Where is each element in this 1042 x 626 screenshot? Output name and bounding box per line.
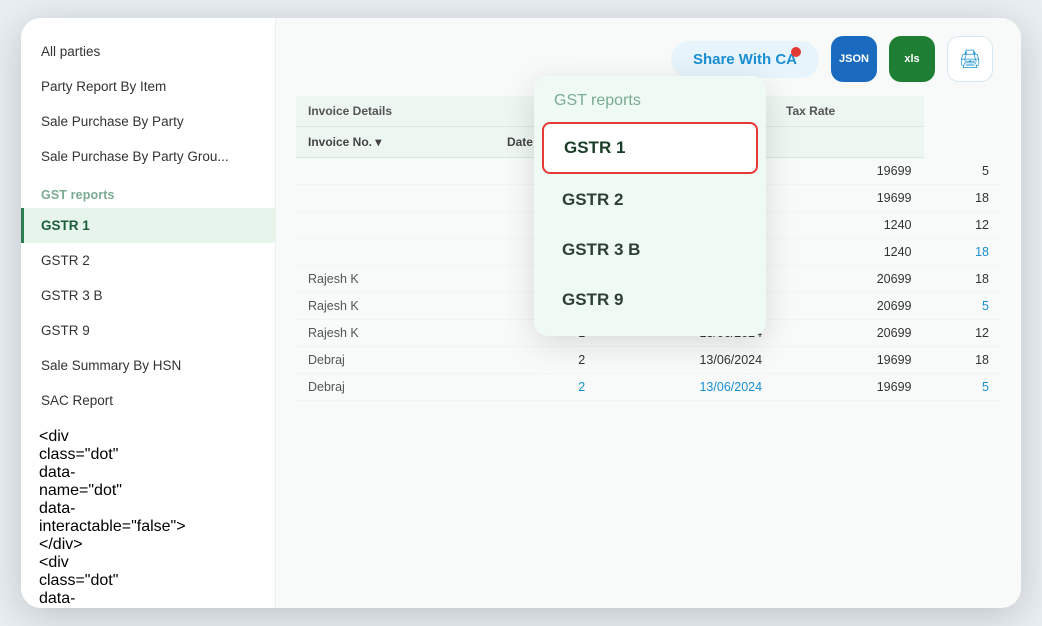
printer-icon: 🖨	[959, 49, 982, 70]
json-label: JSON	[839, 53, 869, 65]
gst-reports-section-label: GST reports	[21, 174, 275, 208]
cell-tax-rate: 18	[924, 185, 1002, 212]
cell-party-name: Rajesh K	[296, 320, 495, 347]
cell-date: 13/06/2024	[597, 374, 774, 401]
cell-value: 19699	[774, 374, 923, 401]
cell-value: 19699	[774, 347, 923, 374]
cell-invoice-no: 2	[495, 347, 597, 374]
cell-invoice-no: 2	[495, 374, 597, 401]
col-tax-rate	[774, 127, 923, 158]
cell-party-name: Rajesh K	[296, 293, 495, 320]
cell-tax-rate: 5	[924, 158, 1002, 185]
cell-party-name: Debraj	[296, 374, 495, 401]
cell-party-name: Rajesh K	[296, 266, 495, 293]
sidebar: All parties Party Report By Item Sale Pu…	[21, 18, 276, 608]
col-invoice-no[interactable]: Invoice No. ▾	[296, 127, 495, 158]
cell-party-name	[296, 239, 495, 266]
main-content: Share With CA JSON xls 🖨 Invoice Details…	[276, 18, 1021, 608]
dropdown-title: GST reports	[534, 92, 766, 120]
dropdown-item-gstr1[interactable]: GSTR 1	[542, 122, 758, 174]
dropdown-item-gstr9[interactable]: GSTR 9	[542, 276, 758, 324]
xls-export-button[interactable]: xls	[889, 36, 935, 82]
decorative-dots: <div class="dot" data-name="dot" data-in…	[21, 418, 275, 608]
cell-tax-rate: 18	[924, 239, 1002, 266]
cell-tax-rate: 5	[924, 374, 1002, 401]
sidebar-item-gstr9[interactable]: GSTR 9	[21, 313, 275, 348]
cell-tax-rate: 18	[924, 266, 1002, 293]
cell-value: 1240	[774, 239, 923, 266]
share-with-ca-button[interactable]: Share With CA	[671, 41, 819, 78]
cell-date: 13/06/2024	[597, 347, 774, 374]
xls-label: xls	[904, 53, 919, 65]
json-export-button[interactable]: JSON	[831, 36, 877, 82]
sidebar-item-sale-summary-hsn[interactable]: Sale Summary By HSN	[21, 348, 275, 383]
dropdown-item-gstr3b[interactable]: GSTR 3 B	[542, 226, 758, 274]
sidebar-item-all-parties[interactable]: All parties	[21, 34, 275, 69]
cell-tax-rate: 12	[924, 320, 1002, 347]
gst-reports-dropdown: GST reports GSTR 1 GSTR 2 GSTR 3 B GSTR …	[534, 76, 766, 336]
sidebar-item-sale-purchase-by-party-group[interactable]: Sale Purchase By Party Grou...	[21, 139, 275, 174]
cell-tax-rate: 18	[924, 347, 1002, 374]
cell-tax-rate: 5	[924, 293, 1002, 320]
sidebar-item-party-report-by-item[interactable]: Party Report By Item	[21, 69, 275, 104]
cell-value: 1240	[774, 212, 923, 239]
share-with-ca-label: Share With CA	[693, 51, 797, 68]
cell-value: 19699	[774, 158, 923, 185]
sidebar-item-gstr1[interactable]: GSTR 1	[21, 208, 275, 243]
app-container: All parties Party Report By Item Sale Pu…	[21, 18, 1021, 608]
sidebar-item-gstr3b[interactable]: GSTR 3 B	[21, 278, 275, 313]
dropdown-item-gstr2[interactable]: GSTR 2	[542, 176, 758, 224]
cell-party-name: Debraj	[296, 347, 495, 374]
tax-rate-header: Tax Rate	[774, 96, 923, 127]
table-row: Debraj213/06/2024196995	[296, 374, 1001, 401]
sidebar-item-gstr2[interactable]: GSTR 2	[21, 243, 275, 278]
cell-party-name	[296, 212, 495, 239]
cell-party-name	[296, 158, 495, 185]
notification-dot	[791, 47, 801, 57]
cell-value: 20699	[774, 266, 923, 293]
cell-tax-rate: 12	[924, 212, 1002, 239]
print-button[interactable]: 🖨	[947, 36, 993, 82]
cell-value: 20699	[774, 293, 923, 320]
cell-value: 20699	[774, 320, 923, 347]
table-row: Debraj213/06/20241969918	[296, 347, 1001, 374]
cell-value: 19699	[774, 185, 923, 212]
cell-party-name	[296, 185, 495, 212]
sidebar-item-sale-purchase-by-party[interactable]: Sale Purchase By Party	[21, 104, 275, 139]
sidebar-item-sac-report[interactable]: SAC Report	[21, 383, 275, 418]
